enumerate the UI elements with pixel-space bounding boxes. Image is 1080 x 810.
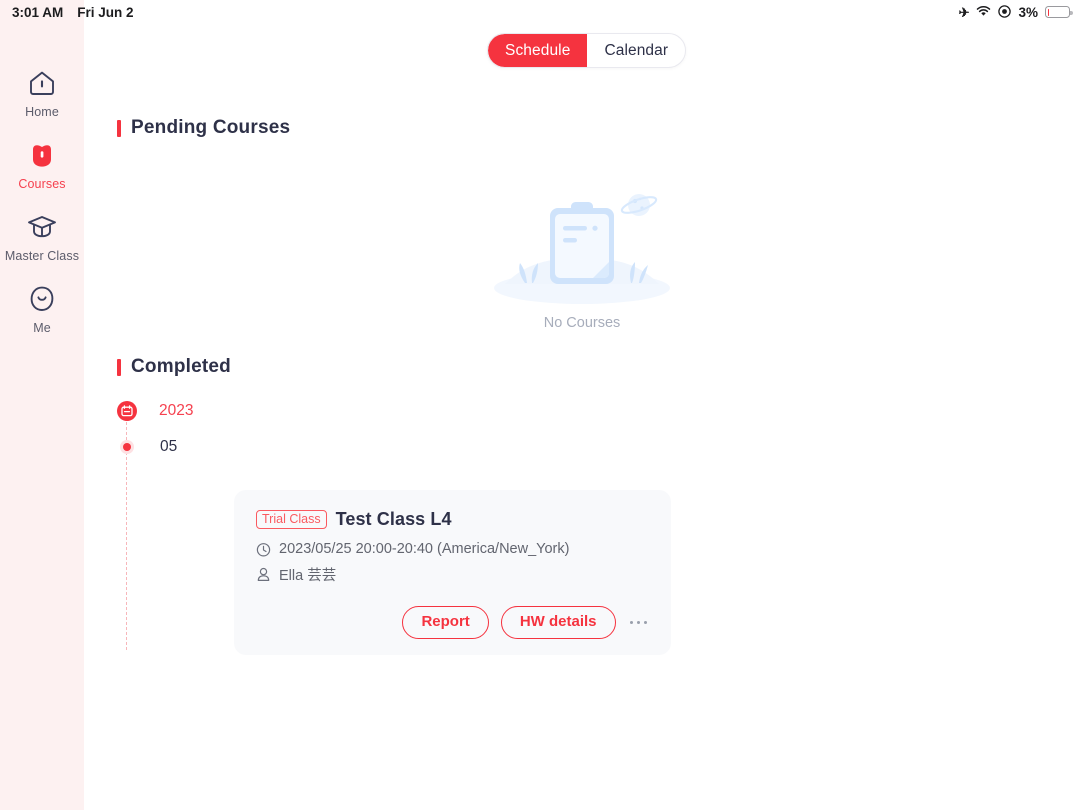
dot [636, 620, 640, 624]
wifi-icon [976, 5, 991, 19]
empty-state-caption: No Courses [543, 315, 621, 331]
timeline-month-row: 05 [117, 430, 677, 464]
sidebar-item-courses[interactable]: Courses [0, 138, 84, 206]
dot [629, 620, 633, 624]
heading-text: Pending Courses [131, 117, 291, 138]
course-title: Test Class L4 [335, 509, 452, 529]
timeline-month-label: 05 [160, 438, 178, 455]
more-options-icon[interactable] [628, 620, 650, 624]
sidebar-item-home[interactable]: Home [0, 66, 84, 134]
course-teacher: Ella 芸芸 [279, 568, 337, 584]
app-screen: 3:01 AM Fri Jun 2 ✈ 3% Home Courses Mast… [0, 0, 1080, 810]
sidebar-item-label: Home [25, 105, 59, 119]
sidebar-item-label: Me [33, 321, 51, 335]
pending-empty-state: No Courses [84, 184, 1080, 331]
completed-timeline: 2023 05 Trial Class Test Class L4 2023/0… [117, 394, 677, 655]
course-time-row: 2023/05/25 20:00-20:40 (America/New_York… [256, 541, 649, 557]
status-badge: Trial Class [256, 509, 327, 530]
person-icon [256, 567, 271, 582]
courses-icon [27, 138, 57, 172]
pending-courses-heading: Pending Courses [117, 117, 290, 139]
battery-percent-label: 3% [1018, 4, 1038, 20]
sidebar-item-master-class[interactable]: Master Class [0, 210, 84, 278]
clock-icon [256, 542, 271, 557]
heading-text: Completed [131, 356, 231, 377]
profile-face-icon [27, 282, 57, 316]
course-card-actions: Report HW details [256, 606, 649, 639]
completed-heading: Completed [117, 356, 231, 378]
hw-details-button[interactable]: HW details [500, 606, 616, 639]
timeline-month-marker [120, 440, 134, 454]
sidebar-item-label: Courses [18, 177, 66, 191]
home-icon [27, 66, 57, 100]
sidebar-item-label: Master Class [4, 249, 80, 263]
calendar-icon [117, 401, 137, 421]
status-time: 3:01 AM [12, 4, 64, 20]
course-teacher-row: Ella 芸芸 [256, 564, 649, 585]
timeline-year-row: 2023 [117, 394, 677, 428]
main-content: Pending Courses No Courses Completed 202… [84, 24, 1080, 810]
clipboard-empty-illustration [487, 184, 677, 309]
heading-accent-bar [117, 119, 121, 137]
status-date: Fri Jun 2 [77, 4, 134, 20]
graduation-cap-icon [26, 210, 58, 244]
status-bar: 3:01 AM Fri Jun 2 ✈ 3% [0, 0, 1080, 24]
dot [643, 620, 647, 624]
location-services-icon [998, 4, 1012, 20]
sidebar-item-me[interactable]: Me [0, 282, 84, 350]
battery-icon [1045, 6, 1073, 18]
timeline-month-dot [123, 443, 131, 451]
report-button[interactable]: Report [402, 606, 489, 639]
status-bar-left: 3:01 AM Fri Jun 2 [0, 5, 134, 20]
heading-accent-bar [117, 358, 121, 376]
sidebar-nav: Home Courses Master Class Me [0, 0, 84, 810]
battery-fill [1047, 8, 1049, 16]
timeline-year-label: 2023 [159, 402, 194, 419]
course-time: 2023/05/25 20:00-20:40 (America/New_York… [279, 541, 570, 557]
course-card-header: Trial Class Test Class L4 [256, 509, 649, 530]
airplane-mode-icon: ✈ [958, 4, 970, 20]
status-bar-right: ✈ 3% [958, 0, 1073, 24]
course-card[interactable]: Trial Class Test Class L4 2023/05/25 20:… [234, 490, 671, 655]
